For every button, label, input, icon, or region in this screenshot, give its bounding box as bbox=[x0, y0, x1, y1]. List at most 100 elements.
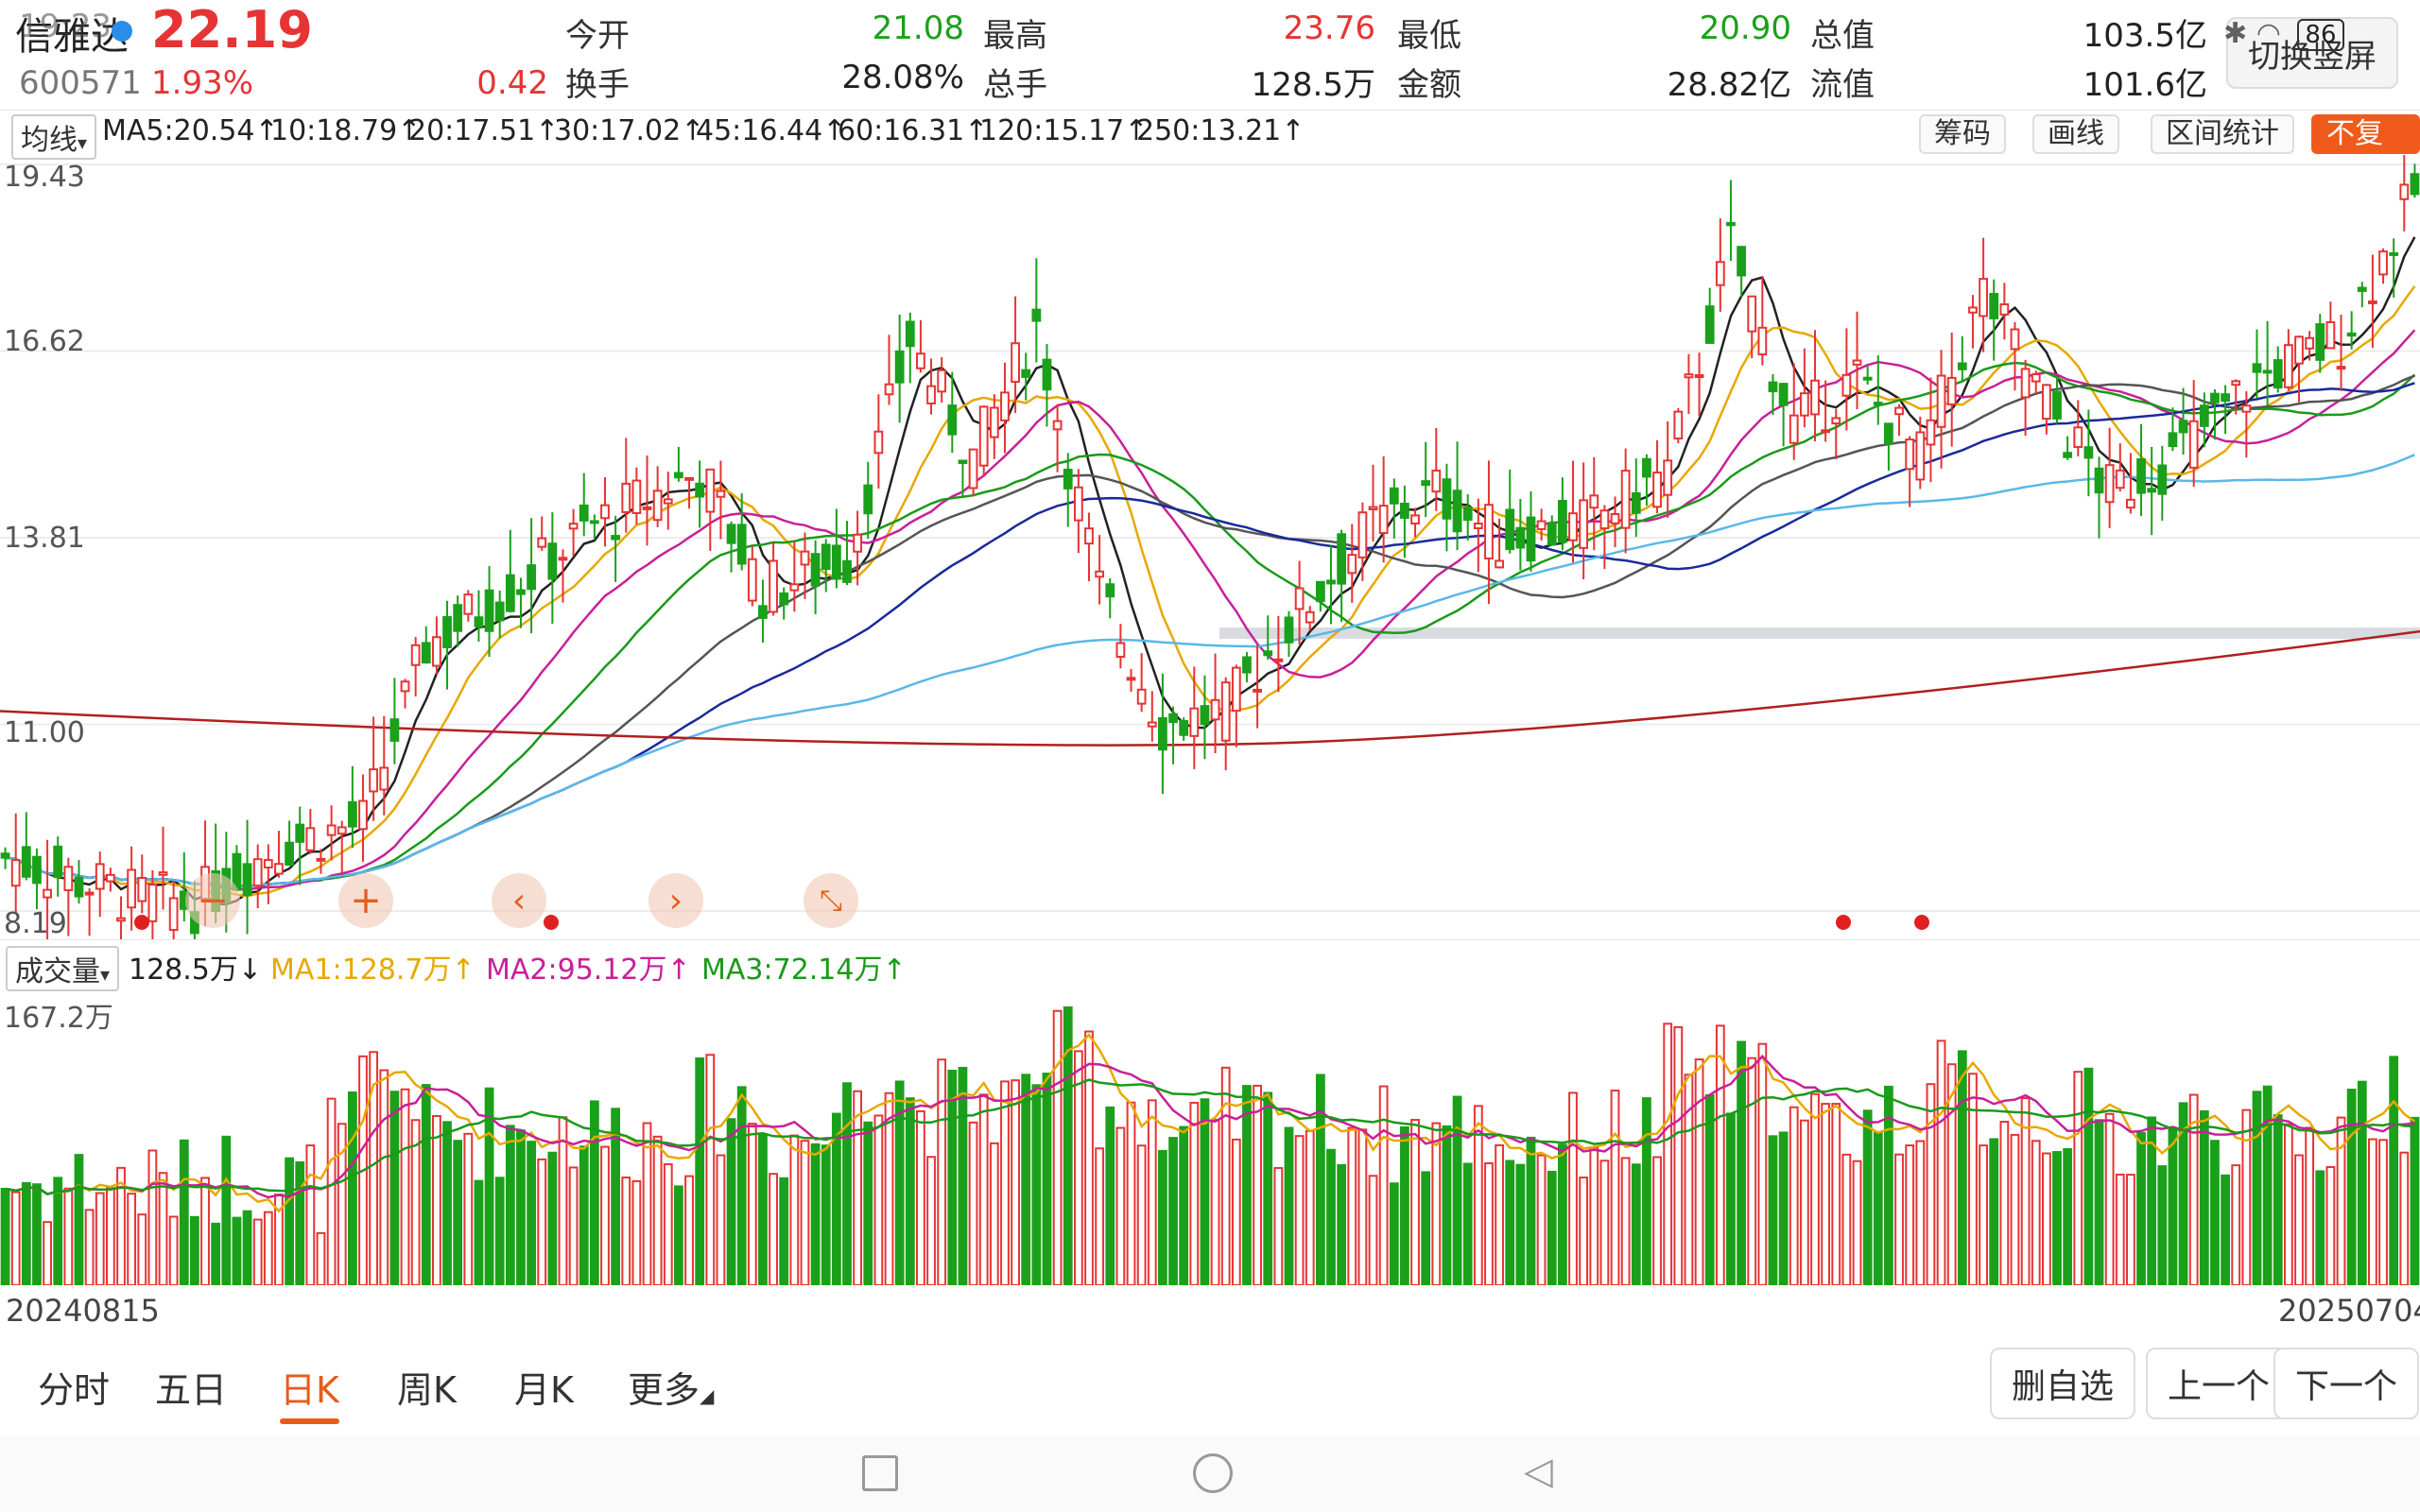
tab-five-day[interactable]: 五日 bbox=[155, 1361, 227, 1413]
volume-bar bbox=[200, 1177, 210, 1286]
system-nav-bar: ◁ bbox=[0, 1436, 2420, 1512]
volume-bar bbox=[2410, 1116, 2420, 1286]
quote-value-amount: 28.82亿 bbox=[1667, 66, 1791, 104]
candle bbox=[274, 831, 284, 878]
volume-bar bbox=[2221, 1174, 2230, 1286]
tab-weekly-k[interactable]: 周K bbox=[397, 1361, 457, 1413]
volume-bar bbox=[1799, 1119, 1809, 1286]
candle bbox=[1273, 615, 1284, 693]
candle bbox=[716, 460, 726, 540]
quote-label-low: 最低 bbox=[1397, 17, 1461, 55]
tab-intraday[interactable]: 分时 bbox=[38, 1361, 110, 1413]
candle bbox=[1862, 366, 1873, 385]
tab-more[interactable]: 更多◢ bbox=[628, 1361, 714, 1413]
volume-bar bbox=[695, 1057, 705, 1287]
volume-bar bbox=[1410, 1119, 1420, 1286]
candle bbox=[937, 356, 947, 404]
volume-bar bbox=[494, 1177, 505, 1286]
volume-svg bbox=[0, 1006, 2420, 1287]
previous-button[interactable]: 上一个 bbox=[2146, 1348, 2291, 1419]
no-adjust-button[interactable]: 不复权 bbox=[2311, 114, 2420, 186]
volume-bar bbox=[1115, 1126, 1126, 1286]
candle bbox=[1189, 666, 1200, 769]
zoom-out-button[interactable]: − bbox=[185, 873, 240, 928]
volume-bar bbox=[211, 1222, 221, 1286]
candle bbox=[2094, 456, 2104, 539]
candle bbox=[1757, 276, 1768, 366]
zoom-in-button[interactable]: + bbox=[338, 873, 393, 928]
tab-monthly-k[interactable]: 月K bbox=[514, 1361, 574, 1413]
change-percent: 1.93% bbox=[151, 64, 254, 102]
volume-bar bbox=[2052, 1151, 2062, 1286]
quote-value-low: 20.90 bbox=[1699, 9, 1791, 47]
volume-bar bbox=[2157, 1165, 2168, 1286]
price-axis-min: 8.19 bbox=[4, 907, 67, 940]
candle bbox=[1126, 668, 1136, 693]
volume-bar bbox=[1926, 1083, 1936, 1286]
candle bbox=[1305, 606, 1315, 631]
candle bbox=[421, 626, 431, 664]
collapse-button[interactable]: ⤡ bbox=[804, 873, 858, 928]
candle bbox=[1704, 287, 1715, 344]
volume-bar bbox=[600, 1145, 610, 1286]
next-button[interactable]: 下一个 bbox=[2273, 1348, 2419, 1419]
candle bbox=[494, 591, 505, 639]
price-axis-3: 13.81 bbox=[4, 522, 85, 555]
range-stats-button[interactable]: 区间统计 bbox=[2151, 114, 2294, 154]
candle bbox=[21, 812, 31, 881]
candle bbox=[1957, 335, 1967, 382]
candle bbox=[779, 587, 789, 620]
candle bbox=[652, 466, 663, 527]
candle bbox=[1715, 218, 1725, 312]
ma5-value: MA5:20.54↑ bbox=[102, 114, 279, 147]
candle bbox=[1095, 535, 1105, 605]
plus-icon: + bbox=[350, 879, 382, 922]
volume-bar bbox=[1136, 1144, 1147, 1286]
candle bbox=[2041, 384, 2051, 435]
volume-bar bbox=[1105, 1106, 1115, 1286]
candle bbox=[705, 468, 716, 551]
candle bbox=[389, 678, 400, 765]
volume-bar bbox=[937, 1058, 947, 1287]
chip-button[interactable]: 筹码 bbox=[1919, 114, 2006, 154]
volume-bar bbox=[1495, 1143, 1504, 1286]
candle bbox=[1747, 295, 1757, 359]
candle bbox=[326, 805, 337, 861]
back-icon[interactable]: ◁ bbox=[1524, 1450, 1553, 1493]
volume-bar bbox=[516, 1129, 526, 1286]
tab-daily-k[interactable]: 日K bbox=[280, 1361, 339, 1424]
volume-bar bbox=[1989, 1138, 1999, 1286]
pan-right-button[interactable]: › bbox=[648, 873, 703, 928]
candle bbox=[2357, 282, 2367, 308]
candle bbox=[1821, 380, 1831, 442]
kline-chart[interactable]: 19.43 16.62 13.81 11.00 8.19 − + ‹ › ⤡ bbox=[0, 136, 2420, 957]
chevron-left-icon: ‹ bbox=[511, 881, 527, 920]
volume-bar bbox=[652, 1135, 663, 1286]
candle bbox=[1337, 529, 1347, 623]
remove-watchlist-button[interactable]: 删自选 bbox=[1990, 1348, 2135, 1419]
candle bbox=[484, 566, 494, 658]
home-icon[interactable] bbox=[1193, 1453, 1233, 1493]
volume-bar bbox=[1347, 1126, 1357, 1286]
candle bbox=[2399, 136, 2410, 232]
recent-apps-icon[interactable] bbox=[862, 1455, 898, 1491]
volume-bar bbox=[137, 1213, 147, 1286]
volume-bar bbox=[579, 1145, 589, 1286]
volume-bar bbox=[1547, 1170, 1557, 1286]
candle bbox=[1841, 328, 1852, 431]
draw-line-button[interactable]: 画线 bbox=[2032, 114, 2119, 154]
volume-bar bbox=[347, 1091, 357, 1286]
date-end: 20250704 bbox=[2278, 1293, 2420, 1329]
volume-bar bbox=[1158, 1149, 1167, 1286]
pan-left-button[interactable]: ‹ bbox=[492, 873, 546, 928]
volume-bar bbox=[1810, 1092, 1820, 1286]
ma-selector[interactable]: 均线▾ bbox=[11, 114, 97, 160]
candle bbox=[1210, 653, 1220, 754]
candle bbox=[2336, 314, 2346, 391]
volume-bar bbox=[989, 1142, 999, 1286]
volume-bar bbox=[1515, 1163, 1526, 1286]
volume-chart[interactable]: 167.2万 bbox=[0, 988, 2420, 1287]
volume-selector[interactable]: 成交量▾ bbox=[6, 946, 120, 991]
volume-bar bbox=[1147, 1099, 1157, 1286]
volume-bar bbox=[1220, 1066, 1231, 1286]
